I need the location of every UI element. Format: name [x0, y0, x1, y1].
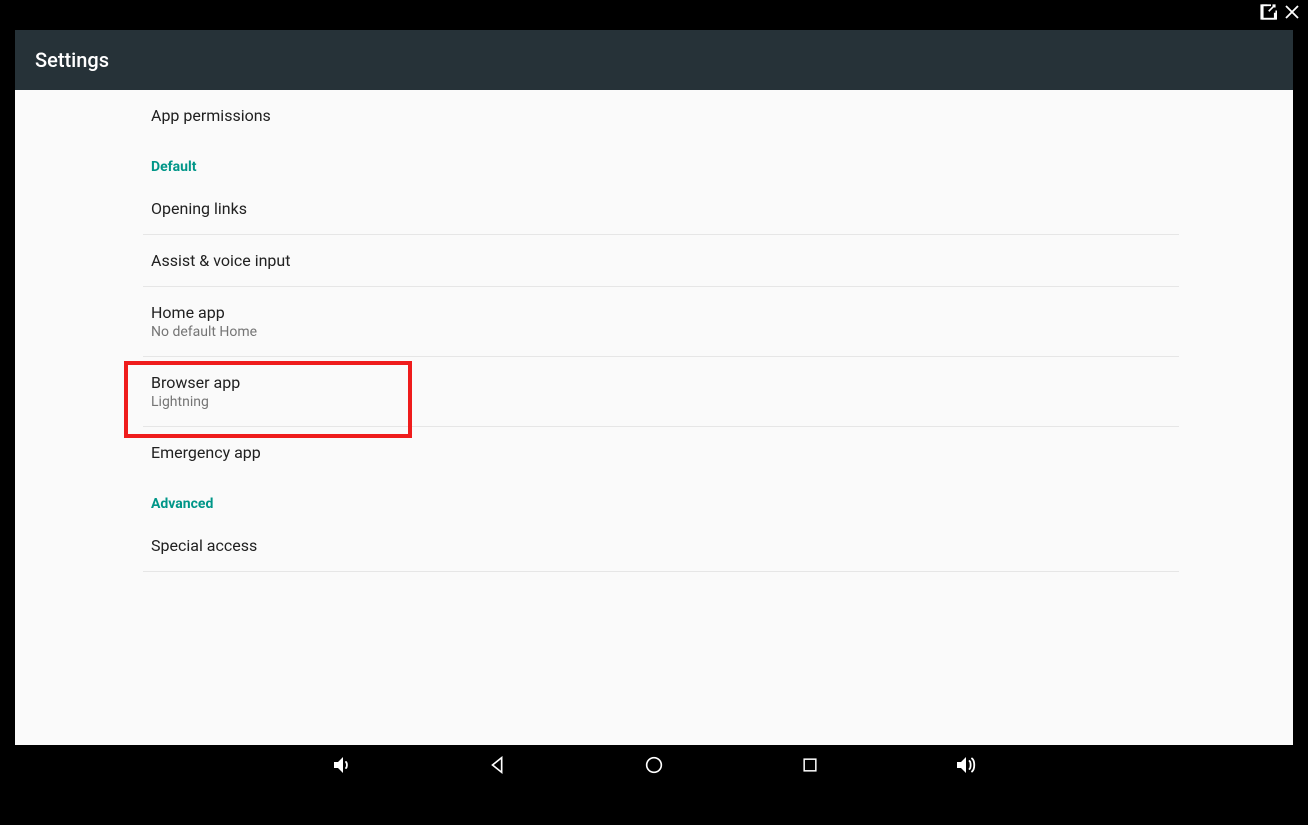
system-navbar — [15, 745, 1293, 785]
row-title: Emergency app — [151, 443, 1173, 462]
section-label: Default — [151, 159, 1173, 175]
window-controls — [1258, 2, 1302, 22]
row-special-access[interactable]: Special access — [151, 520, 1173, 571]
row-assist-voice[interactable]: Assist & voice input — [151, 235, 1173, 286]
row-title: Assist & voice input — [151, 251, 1173, 270]
volume-up-icon[interactable] — [953, 752, 979, 778]
screen: Settings App permissions Default Opening… — [15, 30, 1293, 785]
divider — [143, 571, 1179, 572]
row-title: Special access — [151, 536, 1173, 555]
device-frame: Settings App permissions Default Opening… — [0, 0, 1308, 825]
row-browser-app[interactable]: Browser app Lightning — [151, 357, 1173, 426]
section-default: Default — [151, 141, 1173, 183]
row-home-app[interactable]: Home app No default Home — [151, 287, 1173, 356]
back-icon[interactable] — [485, 752, 511, 778]
close-icon[interactable] — [1282, 2, 1302, 22]
row-subtitle: No default Home — [151, 324, 1173, 340]
content-area: App permissions Default Opening links As… — [15, 90, 1293, 745]
row-subtitle: Lightning — [151, 394, 1173, 410]
settings-list: App permissions Default Opening links As… — [15, 90, 1293, 572]
overview-icon[interactable] — [797, 752, 823, 778]
row-title: Opening links — [151, 199, 1173, 218]
volume-down-icon[interactable] — [329, 752, 355, 778]
open-external-icon[interactable] — [1258, 2, 1278, 22]
row-title: Browser app — [151, 373, 1173, 392]
section-label: Advanced — [151, 496, 1173, 512]
row-title: App permissions — [151, 106, 1173, 125]
appbar: Settings — [15, 30, 1293, 90]
row-app-permissions[interactable]: App permissions — [151, 90, 1173, 141]
row-opening-links[interactable]: Opening links — [151, 183, 1173, 234]
row-title: Home app — [151, 303, 1173, 322]
home-icon[interactable] — [641, 752, 667, 778]
page-title: Settings — [35, 48, 109, 72]
section-advanced: Advanced — [151, 478, 1173, 520]
row-emergency-app[interactable]: Emergency app — [151, 427, 1173, 478]
